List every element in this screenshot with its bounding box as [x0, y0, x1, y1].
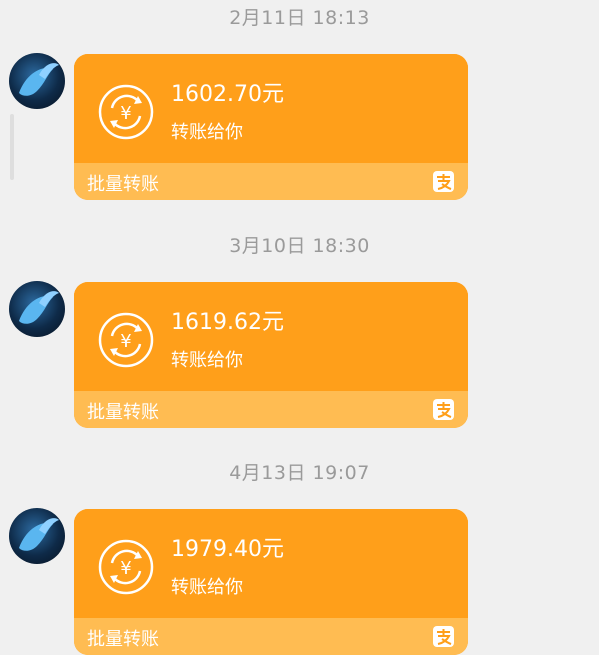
- transfer-coin-icon: ¥: [98, 539, 154, 595]
- scrollbar[interactable]: [10, 114, 14, 180]
- avatar[interactable]: [9, 508, 65, 564]
- timestamp: 2月11日 18:13: [229, 7, 370, 29]
- transfer-description: 转账给你: [171, 350, 243, 371]
- card-body: ¥ 1602.70元 转账给你: [74, 54, 468, 163]
- transfer-card[interactable]: ¥ 1979.40元 转账给你 批量转账: [74, 509, 468, 655]
- svg-text:¥: ¥: [120, 558, 131, 579]
- batch-transfer-label: 批量转账: [87, 402, 159, 423]
- transfer-card[interactable]: ¥ 1602.70元 转账给你 批量转账: [74, 54, 468, 200]
- avatar-image: [19, 518, 59, 551]
- timestamp: 4月13日 19:07: [229, 462, 370, 484]
- batch-transfer-label: 批量转账: [87, 629, 159, 650]
- batch-transfer-label: 批量转账: [87, 174, 159, 195]
- transfer-amount: 1602.70元: [171, 82, 284, 107]
- transfer-amount: 1979.40元: [171, 537, 284, 562]
- transfer-card[interactable]: ¥ 1619.62元 转账给你 批量转账: [74, 282, 468, 428]
- card-footer: 批量转账: [74, 163, 468, 200]
- avatar[interactable]: [9, 281, 65, 337]
- transfer-coin-icon: ¥: [98, 312, 154, 368]
- transfer-description: 转账给你: [171, 122, 243, 143]
- timestamp: 3月10日 18:30: [229, 235, 370, 257]
- svg-text:¥: ¥: [120, 331, 131, 352]
- alipay-icon: [433, 626, 454, 647]
- card-body: ¥ 1979.40元 转账给你: [74, 509, 468, 618]
- transfer-description: 转账给你: [171, 577, 243, 598]
- alipay-icon: [433, 399, 454, 420]
- transfer-amount: 1619.62元: [171, 310, 284, 335]
- card-footer: 批量转账: [74, 391, 468, 428]
- avatar[interactable]: [9, 53, 65, 109]
- card-body: ¥ 1619.62元 转账给你: [74, 282, 468, 391]
- svg-text:¥: ¥: [120, 103, 131, 124]
- avatar-image: [19, 63, 59, 96]
- avatar-image: [19, 291, 59, 324]
- alipay-icon: [433, 171, 454, 192]
- transfer-coin-icon: ¥: [98, 84, 154, 140]
- card-footer: 批量转账: [74, 618, 468, 655]
